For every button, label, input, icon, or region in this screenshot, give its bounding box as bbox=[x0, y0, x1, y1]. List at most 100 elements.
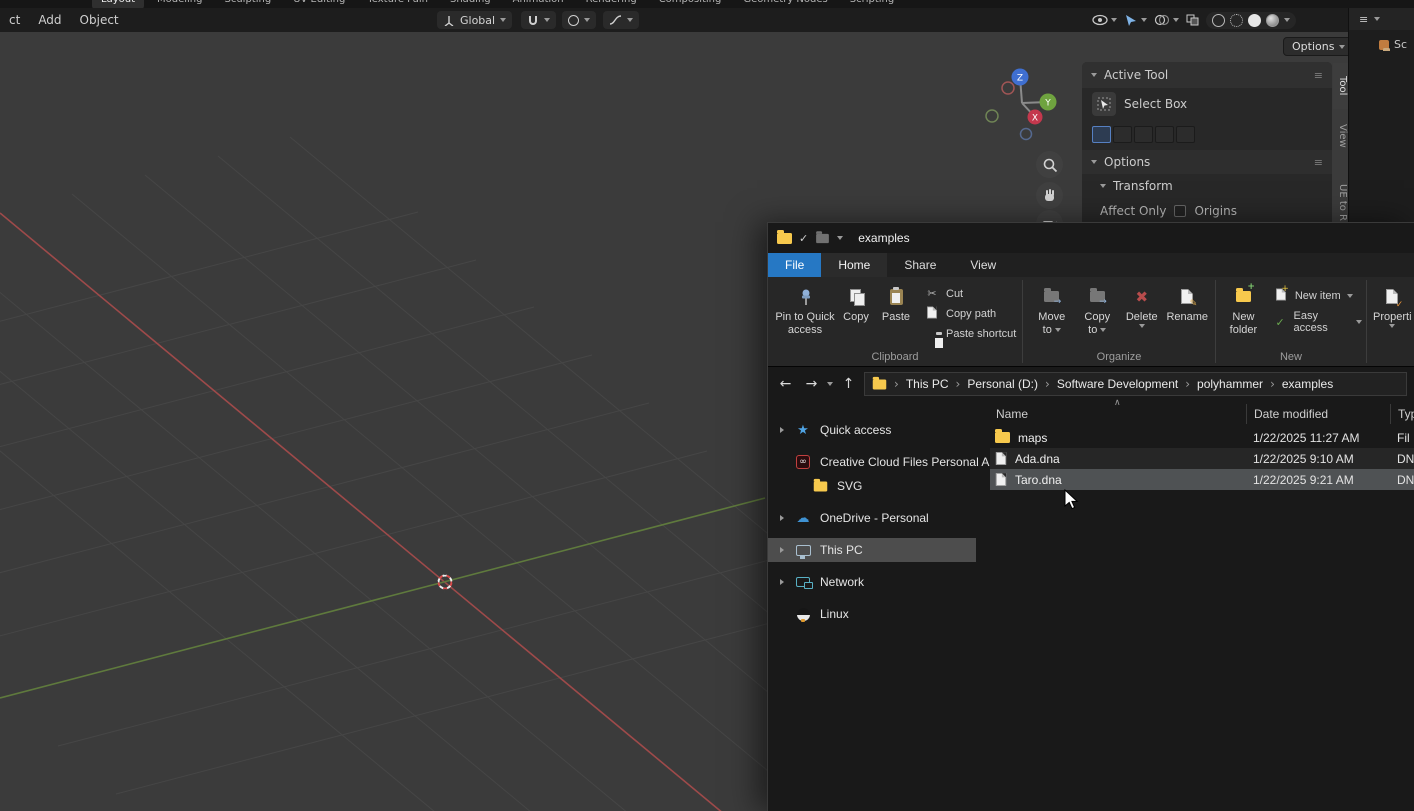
forward-button[interactable]: → bbox=[801, 376, 822, 392]
copy-button[interactable]: Copy bbox=[836, 280, 876, 323]
workspace-tab-shading[interactable]: Shading bbox=[441, 0, 500, 8]
column-header-date-modified[interactable]: Date modified bbox=[1246, 404, 1390, 424]
paste-shortcut-button[interactable]: Paste shortcut bbox=[924, 328, 1016, 340]
tab-file[interactable]: File bbox=[768, 253, 821, 277]
select-box-tool[interactable]: Select Box bbox=[1082, 88, 1332, 120]
breadcrumb-examples[interactable]: examples bbox=[1282, 377, 1333, 391]
pin-to-quick-access-button[interactable]: Pin to Quick access bbox=[774, 280, 836, 336]
select-mode-intersect[interactable] bbox=[1176, 126, 1195, 143]
viewport-options-button[interactable]: Options bbox=[1283, 37, 1354, 56]
window-folder-icon bbox=[777, 233, 792, 244]
easy-access-button[interactable]: ✓ Easy access bbox=[1273, 310, 1362, 334]
sidebar-item-creative-cloud[interactable]: ∞ Creative Cloud Files Personal A bbox=[768, 450, 976, 474]
new-folder-label-line1: New bbox=[1232, 311, 1254, 323]
grip-icon: ≡ bbox=[1314, 69, 1323, 82]
expander-chevron-icon[interactable] bbox=[780, 515, 784, 521]
file-row-maps[interactable]: maps 1/22/2025 11:27 AM Fil bbox=[990, 427, 1414, 448]
copy-path-button[interactable]: Copy path bbox=[924, 305, 1016, 323]
snap-control[interactable] bbox=[521, 11, 556, 29]
select-mode-extend[interactable] bbox=[1113, 126, 1132, 143]
paste-button[interactable]: Paste bbox=[876, 280, 916, 323]
sidebar-item-network[interactable]: Network bbox=[768, 570, 976, 594]
workspace-tab-layout[interactable]: Layout bbox=[92, 0, 144, 8]
onedrive-cloud-icon: ☁ bbox=[797, 511, 810, 526]
quick-access-folder-icon[interactable] bbox=[816, 233, 829, 242]
sidebar-item-quick-access[interactable]: ★ Quick access bbox=[768, 418, 976, 442]
back-button[interactable]: ← bbox=[775, 376, 796, 392]
address-bar: ← → ↑ › This PC › Personal (D:) › Softwa… bbox=[768, 367, 1414, 401]
sidebar-item-svg[interactable]: SVG bbox=[768, 474, 976, 498]
menu-select[interactable]: ct bbox=[0, 8, 29, 32]
origins-label: Origins bbox=[1194, 204, 1237, 218]
delete-button[interactable]: ✖ Delete bbox=[1120, 280, 1164, 328]
workspace-tab-texture-paint[interactable]: Texture Pain bbox=[358, 0, 437, 8]
workspace-tab-geometry-nodes[interactable]: Geometry Nodes bbox=[734, 0, 836, 8]
sidebar-item-onedrive[interactable]: ☁ OneDrive - Personal bbox=[768, 506, 976, 530]
editor-menu-icon[interactable]: ≡ bbox=[1359, 13, 1368, 26]
move-to-button[interactable]: → Move to bbox=[1029, 280, 1075, 336]
qat-customize-chevron-icon[interactable] bbox=[837, 236, 843, 240]
transform-section-header[interactable]: Transform bbox=[1082, 174, 1332, 198]
workspace-tab-rendering[interactable]: Rendering bbox=[577, 0, 646, 8]
tab-share[interactable]: Share bbox=[887, 253, 953, 277]
navigation-gizmo[interactable]: Z Y X bbox=[980, 60, 1072, 152]
expander-chevron-icon[interactable] bbox=[780, 547, 784, 553]
new-folder-button[interactable]: + New folder bbox=[1222, 280, 1265, 336]
overlays-toggle[interactable] bbox=[1154, 14, 1179, 26]
menu-add[interactable]: Add bbox=[29, 8, 70, 32]
active-tool-header[interactable]: Active Tool ≡ bbox=[1082, 62, 1332, 88]
tab-home[interactable]: Home bbox=[821, 253, 887, 277]
quick-access-check-icon[interactable]: ✓ bbox=[799, 232, 808, 245]
workspace-tab-uv-editing[interactable]: UV Editing bbox=[284, 0, 354, 8]
column-header-type[interactable]: Typ bbox=[1390, 404, 1414, 424]
select-mode-invert[interactable] bbox=[1155, 126, 1174, 143]
expander-chevron-icon[interactable] bbox=[780, 427, 784, 433]
workspace-tab-compositing[interactable]: Compositing bbox=[650, 0, 731, 8]
breadcrumb[interactable]: › This PC › Personal (D:) › Software Dev… bbox=[864, 372, 1407, 396]
workspace-tab-scripting[interactable]: Scripting bbox=[841, 0, 903, 8]
scene-row[interactable]: Sc bbox=[1349, 30, 1414, 51]
menu-object[interactable]: Object bbox=[71, 8, 128, 32]
workspace-tab-modeling[interactable]: Modeling bbox=[148, 0, 212, 8]
zoom-tool-button[interactable] bbox=[1036, 151, 1063, 178]
proportional-editing-control[interactable] bbox=[562, 11, 596, 29]
mouse-cursor bbox=[1064, 489, 1080, 511]
recent-locations-chevron-icon[interactable] bbox=[827, 382, 833, 386]
breadcrumb-software-development[interactable]: Software Development bbox=[1057, 377, 1178, 391]
xray-toggle[interactable] bbox=[1186, 14, 1199, 26]
file-row-ada-dna[interactable]: Ada.dna 1/22/2025 9:10 AM DN bbox=[990, 448, 1414, 469]
cut-button[interactable]: ✂ Cut bbox=[924, 287, 1016, 300]
explorer-titlebar[interactable]: ✓ examples bbox=[768, 223, 1414, 253]
breadcrumb-personal-d[interactable]: Personal (D:) bbox=[967, 377, 1038, 391]
breadcrumb-polyhammer[interactable]: polyhammer bbox=[1197, 377, 1263, 391]
select-mode-new[interactable] bbox=[1092, 126, 1111, 143]
shading-rendered-icon[interactable] bbox=[1266, 14, 1279, 27]
new-item-button[interactable]: + New item bbox=[1273, 287, 1362, 305]
workspace-tab-sculpting[interactable]: Sculpting bbox=[216, 0, 281, 8]
expander-chevron-icon[interactable] bbox=[780, 579, 784, 585]
pan-tool-button[interactable] bbox=[1036, 182, 1063, 209]
copy-to-button[interactable]: → Copy to bbox=[1075, 280, 1121, 336]
shading-solid-icon[interactable] bbox=[1230, 14, 1243, 27]
rename-button[interactable]: ✎ Rename bbox=[1164, 280, 1211, 323]
file-explorer-window: ✓ examples File Home Share View Pin to Q… bbox=[767, 222, 1414, 811]
falloff-control[interactable] bbox=[603, 11, 639, 29]
select-mode-subtract[interactable] bbox=[1134, 126, 1153, 143]
breadcrumb-this-pc[interactable]: This PC bbox=[906, 377, 949, 391]
origins-checkbox[interactable] bbox=[1174, 205, 1186, 217]
up-button[interactable]: ↑ bbox=[838, 376, 859, 392]
file-row-taro-dna[interactable]: Taro.dna 1/22/2025 9:21 AM DN bbox=[990, 469, 1414, 490]
tab-view[interactable]: View bbox=[953, 253, 1013, 277]
visibility-dropdown[interactable] bbox=[1092, 14, 1117, 26]
sidebar-item-linux[interactable]: Linux bbox=[768, 602, 976, 626]
shading-wireframe-icon[interactable] bbox=[1212, 14, 1225, 27]
transform-orientation-dropdown[interactable]: Global bbox=[437, 11, 512, 29]
workspace-tab-animation[interactable]: Animation bbox=[504, 0, 573, 8]
shading-material-icon[interactable] bbox=[1248, 14, 1261, 27]
properties-button[interactable]: ✓ Properti bbox=[1373, 280, 1412, 328]
sort-caret-icon[interactable]: ∧ bbox=[1114, 398, 1121, 408]
sidebar-item-this-pc[interactable]: This PC bbox=[768, 538, 976, 562]
gizmos-toggle[interactable] bbox=[1124, 14, 1147, 27]
options-section-header[interactable]: Options ≡ bbox=[1082, 150, 1332, 174]
column-header-name[interactable]: Name bbox=[976, 407, 1246, 421]
